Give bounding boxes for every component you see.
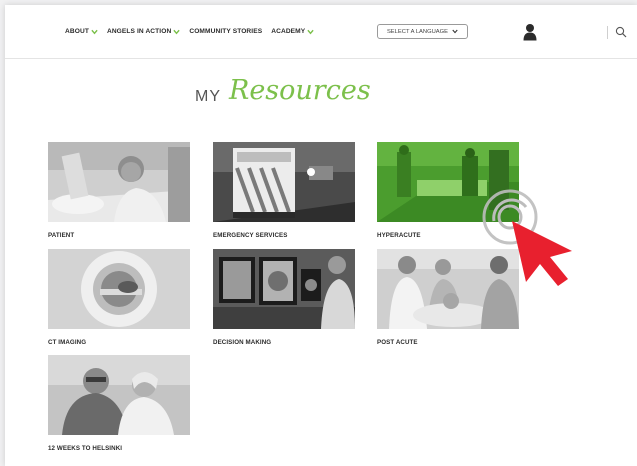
search-icon[interactable] — [615, 26, 627, 38]
ambulance-image[interactable] — [213, 142, 355, 222]
page-title: MY Resources — [195, 75, 395, 115]
language-select-value: SELECT A LANGUAGE — [386, 28, 449, 35]
ct-scanner-image[interactable] — [48, 249, 190, 329]
resource-label[interactable]: EMERGENCY SERVICES — [213, 232, 355, 239]
resource-card-ct-imaging[interactable]: CT IMAGING — [48, 249, 190, 346]
resource-label[interactable]: 12 WEEKS TO HELSINKI — [48, 445, 190, 452]
resource-card-12-weeks-to-helsinki[interactable]: 12 WEEKS TO HELSINKI — [48, 355, 190, 452]
nav-item-label: ANGELS IN ACTION — [106, 28, 172, 35]
resource-label[interactable]: CT IMAGING — [48, 339, 190, 346]
page: ABOUT ANGELS IN ACTION COMMUNITY STORIES… — [5, 5, 637, 466]
resource-label[interactable]: DECISION MAKING — [213, 339, 355, 346]
resource-card-emergency-services[interactable]: EMERGENCY SERVICES — [213, 142, 355, 239]
resource-card-patient[interactable]: PATIENT — [48, 142, 190, 239]
user-icon[interactable] — [523, 23, 537, 41]
nav-item-community-stories[interactable]: COMMUNITY STORIES — [189, 28, 262, 35]
patient-image[interactable] — [48, 142, 190, 222]
nav-item-angels-in-action[interactable]: ANGELS IN ACTION — [107, 28, 180, 35]
nav-item-about[interactable]: ABOUT — [65, 28, 98, 35]
resource-label[interactable]: POST ACUTE — [377, 339, 519, 346]
page-title-main: Resources — [229, 75, 371, 106]
decision-making-image[interactable] — [213, 249, 355, 329]
click-cursor-icon — [482, 189, 572, 286]
main-nav: ABOUT ANGELS IN ACTION COMMUNITY STORIES… — [65, 28, 314, 35]
nav-item-label: ABOUT — [65, 28, 89, 35]
resource-label[interactable]: PATIENT — [48, 232, 190, 239]
chevron-down-icon — [173, 29, 180, 34]
nav-item-label: ACADEMY — [271, 28, 306, 35]
resource-card-decision-making[interactable]: DECISION MAKING — [213, 249, 355, 346]
chevron-down-icon — [452, 29, 458, 34]
language-select[interactable]: SELECT A LANGUAGE — [377, 24, 468, 39]
nav-item-academy[interactable]: ACADEMY — [271, 28, 314, 35]
chevron-down-icon — [91, 29, 98, 34]
top-navigation-bar: ABOUT ANGELS IN ACTION COMMUNITY STORIES… — [5, 5, 637, 59]
nav-divider — [607, 26, 608, 39]
elderly-couple-image[interactable] — [48, 355, 190, 435]
page-title-prefix: MY — [195, 88, 221, 105]
nav-item-label: COMMUNITY STORIES — [189, 28, 263, 35]
chevron-down-icon — [307, 29, 314, 34]
